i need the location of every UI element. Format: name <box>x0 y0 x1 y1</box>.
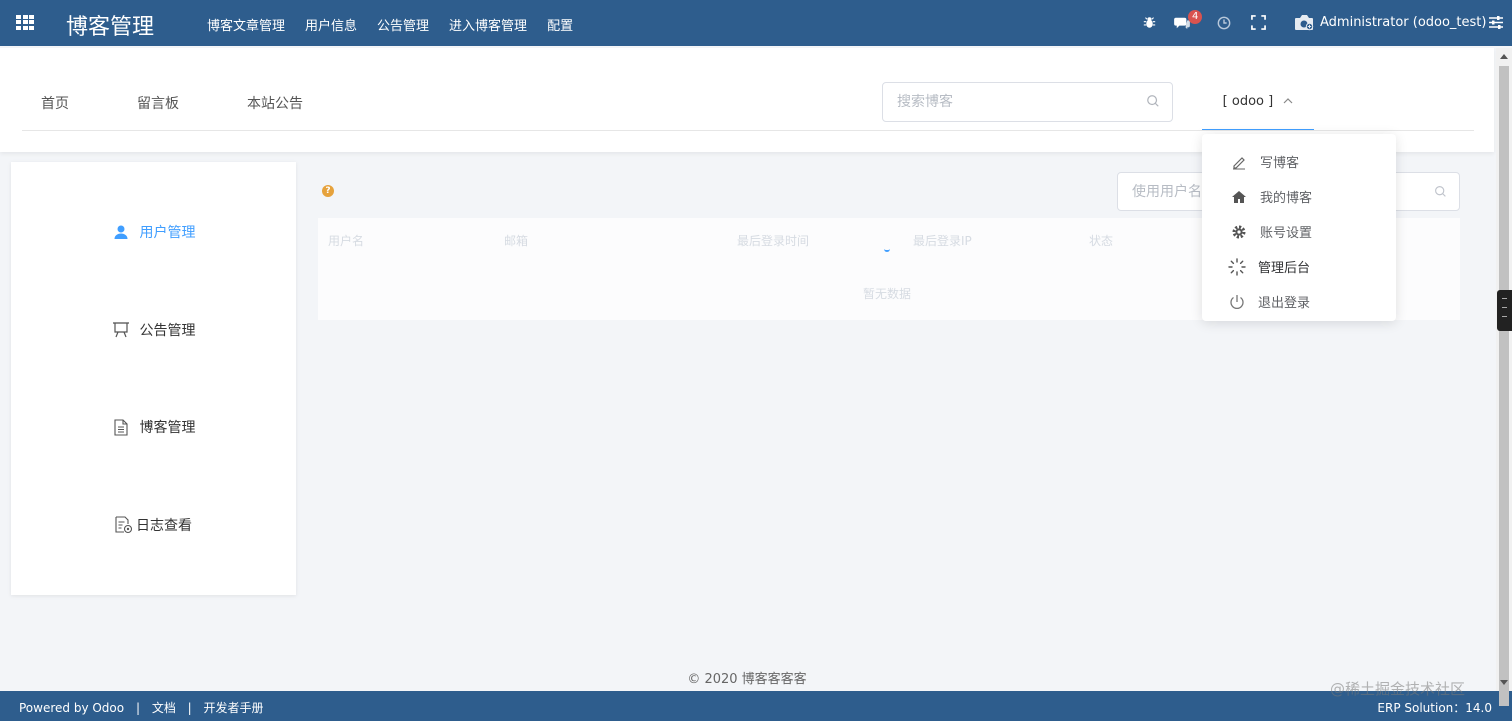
scroll-up-arrow-icon[interactable] <box>1500 54 1508 59</box>
document-icon <box>112 418 130 436</box>
separator: | <box>187 701 192 715</box>
header-tabs: 首页 留言板 本站公告 <box>41 93 371 113</box>
sidebar-item-announcement-management[interactable]: 公告管理 <box>11 315 296 345</box>
blog-search <box>882 82 1173 122</box>
home-icon <box>1230 188 1248 206</box>
menu-blog-articles[interactable]: 博客文章管理 <box>207 15 285 34</box>
user-icon <box>112 223 130 241</box>
camera-icon[interactable] <box>1294 14 1314 31</box>
search-icon[interactable] <box>1146 94 1160 108</box>
column-header-status: 状态 <box>1089 234 1114 248</box>
dropdown-label: 账号设置 <box>1260 226 1313 241</box>
column-header-username: 用户名 <box>328 234 365 248</box>
sidebar-item-blog-management[interactable]: 博客管理 <box>11 412 296 442</box>
empty-table-text: 暂无数据 <box>863 287 912 301</box>
dropdown-item-admin-backend[interactable]: 管理后台 <box>1202 249 1396 284</box>
menu-user-info[interactable]: 用户信息 <box>305 15 357 34</box>
dropdown-label: 我的博客 <box>1260 191 1313 206</box>
help-icon[interactable]: ? <box>322 185 334 197</box>
separator: | <box>135 701 140 715</box>
copyright: © 2020 博客客客客 <box>687 672 807 687</box>
blog-search-input[interactable] <box>897 83 1137 121</box>
sidebar-item-log-view[interactable]: 日志查看 <box>11 510 296 540</box>
watermark: @稀土掘金技术社区 <box>1330 680 1466 698</box>
current-user[interactable]: Administrator (odoo_test) <box>1320 15 1486 30</box>
top-navbar: 博客管理 博客文章管理 用户信息 公告管理 进入博客管理 配置 4 Admini… <box>0 0 1512 46</box>
fullscreen-icon[interactable] <box>1251 15 1266 30</box>
dropdown-label: 写博客 <box>1260 156 1300 171</box>
dev-manual-link[interactable]: 开发者手册 <box>204 701 264 715</box>
sidebar-item-user-management[interactable]: 用户管理 <box>11 217 296 247</box>
user-menu-trigger[interactable]: [ odoo ] <box>1202 82 1314 131</box>
chevron-up-icon <box>1283 98 1293 104</box>
bottom-bar: Powered by Odoo | 文档 | 开发者手册 ERP Solutio… <box>0 691 1512 721</box>
scroll-down-arrow-icon[interactable] <box>1500 680 1508 685</box>
erp-version: ERP Solution：14.0 <box>1377 701 1492 715</box>
scroll-thumb[interactable] <box>1499 66 1509 706</box>
header-divider <box>22 130 1474 131</box>
sidebar-item-label: 用户管理 <box>139 225 196 241</box>
side-handle[interactable] <box>1497 290 1512 331</box>
edit-icon <box>1230 153 1248 171</box>
tab-site-announcements[interactable]: 本站公告 <box>247 93 303 113</box>
sidebar-item-label: 博客管理 <box>139 420 196 436</box>
app-brand[interactable]: 博客管理 <box>66 9 154 41</box>
menu-announcements[interactable]: 公告管理 <box>377 15 429 34</box>
menu-config[interactable]: 配置 <box>547 15 573 34</box>
top-menu: 博客文章管理 用户信息 公告管理 进入博客管理 配置 <box>207 15 573 34</box>
dropdown-item-write-blog[interactable]: 写博客 <box>1202 144 1396 179</box>
dropdown-item-logout[interactable]: 退出登录 <box>1202 284 1396 319</box>
column-header-email: 邮箱 <box>504 234 529 248</box>
loading-icon <box>1228 257 1246 276</box>
dropdown-label: 管理后台 <box>1258 261 1311 276</box>
message-count-badge: 4 <box>1188 10 1203 24</box>
settings-sliders-icon[interactable] <box>1489 16 1503 29</box>
admin-sidebar: 用户管理 公告管理 博客管理 日志查看 <box>11 162 296 595</box>
bottom-links: Powered by Odoo | 文档 | 开发者手册 <box>19 699 264 716</box>
tab-home[interactable]: 首页 <box>41 93 69 113</box>
dropdown-item-my-blog[interactable]: 我的博客 <box>1202 179 1396 214</box>
column-header-last-login-time: 最后登录时间 <box>737 234 810 248</box>
dropdown-item-account-settings[interactable]: 账号设置 <box>1202 214 1396 249</box>
column-header-last-login-ip: 最后登录IP <box>913 234 972 248</box>
docs-link[interactable]: 文档 <box>152 701 176 715</box>
bug-icon[interactable] <box>1143 16 1156 29</box>
apps-grid-icon[interactable] <box>16 15 34 30</box>
user-menu-label: [ odoo ] <box>1222 94 1274 109</box>
clock-icon[interactable] <box>1217 16 1231 30</box>
search-icon[interactable] <box>1434 185 1447 198</box>
sidebar-item-label: 日志查看 <box>136 518 192 534</box>
presentation-icon <box>112 321 130 339</box>
log-icon <box>115 516 133 534</box>
page-scrollbar[interactable] <box>1496 48 1512 706</box>
loading-spinner <box>884 248 890 252</box>
powered-by-link[interactable]: Powered by Odoo <box>19 701 124 715</box>
user-dropdown-menu: 写博客 我的博客 账号设置 管理后台 退出登录 <box>1202 134 1396 321</box>
gear-icon <box>1230 223 1248 241</box>
menu-enter-blog-admin[interactable]: 进入博客管理 <box>449 15 527 34</box>
dropdown-label: 退出登录 <box>1258 296 1311 311</box>
power-icon <box>1228 293 1246 311</box>
sidebar-item-label: 公告管理 <box>139 323 196 339</box>
tab-message-board[interactable]: 留言板 <box>137 93 179 113</box>
